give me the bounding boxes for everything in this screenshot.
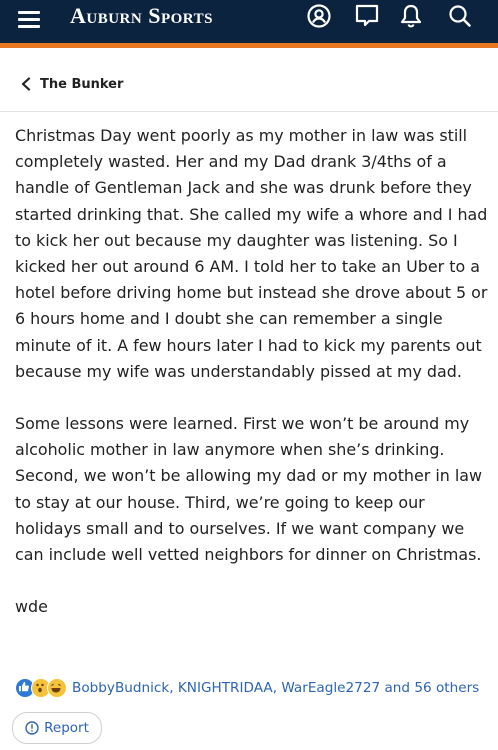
post-paragraph: Some lessons were learned. First we won’… [15,414,483,565]
site-header: Auburn Sports [0,0,498,48]
reactions-bar[interactable]: BobbyBudnick, KNIGHTRIDAA, WarEagle2727 … [15,677,479,699]
site-logo[interactable]: Auburn Sports [70,3,213,29]
menu-icon[interactable] [16,6,44,34]
reaction-users-link[interactable]: BobbyBudnick, KNIGHTRIDAA, WarEagle2727 … [72,680,479,696]
report-button[interactable]: Report [12,712,102,744]
info-circle-icon [25,721,39,735]
post-paragraph: Christmas Day went poorly as my mother i… [15,126,488,381]
post-signature: wde [15,597,48,617]
divider [0,111,498,112]
messages-icon[interactable] [354,3,380,29]
report-label: Report [44,720,89,736]
search-icon[interactable] [447,3,473,29]
account-icon[interactable] [306,3,332,29]
breadcrumb[interactable]: The Bunker [20,73,123,95]
chevron-left-icon [21,77,31,91]
post-body: Christmas Day went poorly as my mother i… [15,123,489,646]
notifications-icon[interactable] [398,3,424,29]
breadcrumb-label: The Bunker [40,76,124,92]
haha-reaction-icon [47,678,67,698]
